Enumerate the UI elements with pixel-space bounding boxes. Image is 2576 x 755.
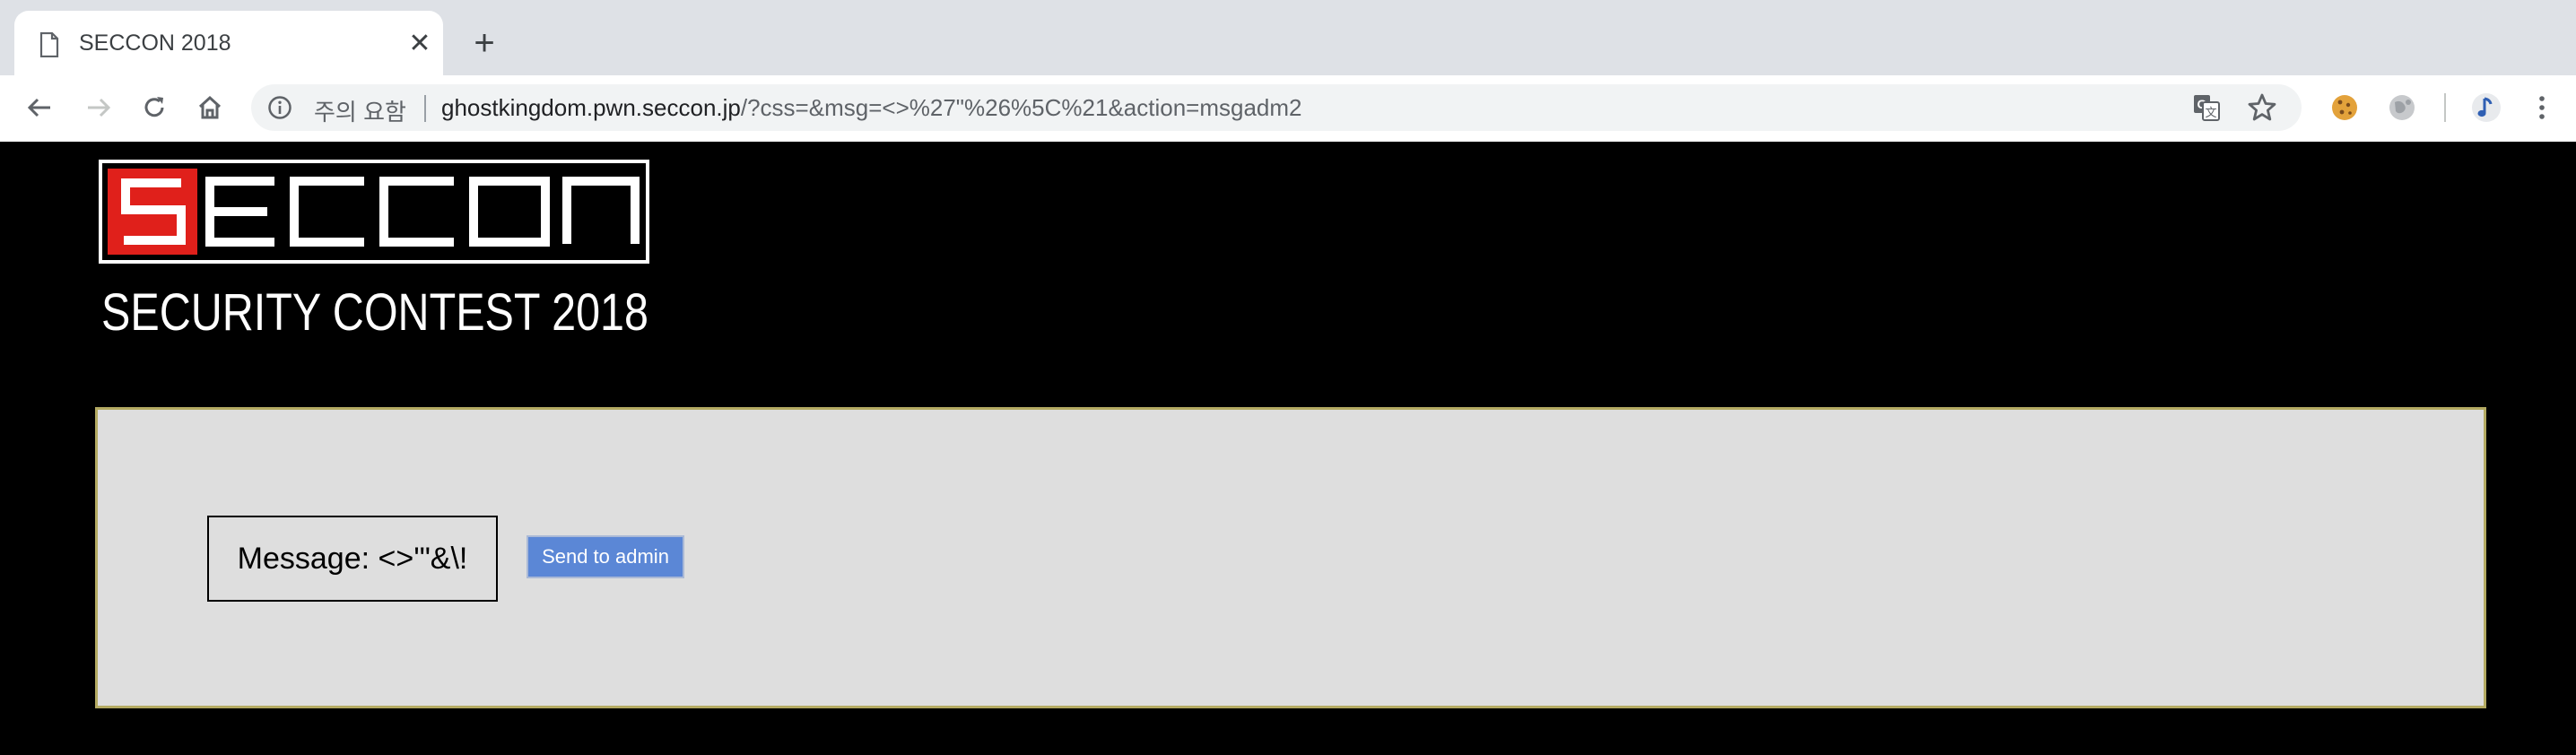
translate-icon[interactable]: G 文 <box>2192 93 2221 122</box>
page-icon <box>39 32 59 57</box>
bookmark-star-icon[interactable] <box>2246 91 2278 124</box>
cookie-extension-icon[interactable] <box>2328 91 2361 124</box>
profile-avatar-icon[interactable] <box>2470 91 2502 124</box>
svg-text:文: 文 <box>2205 107 2216 120</box>
seccon-logo: SECURITY CONTEST 2018 <box>99 160 649 339</box>
more-menu-icon[interactable] <box>2526 91 2558 124</box>
url-path: /?css=&msg=<>%27"%26%5C%21&action=msgadm… <box>740 94 1302 121</box>
security-status-label[interactable]: 주의 요함 <box>314 94 406 127</box>
svg-text:SECURITY CONTEST 2018: SECURITY CONTEST 2018 <box>101 283 648 339</box>
close-tab-icon[interactable]: ✕ <box>404 27 436 59</box>
reload-icon[interactable] <box>136 90 172 126</box>
send-to-admin-button[interactable]: Send to admin <box>527 535 684 578</box>
back-icon[interactable] <box>22 90 57 126</box>
tab-title: SECCON 2018 <box>79 30 231 56</box>
tab-strip: SECCON 2018 ✕ + <box>0 0 2576 75</box>
omnibox-divider <box>424 95 426 122</box>
info-icon[interactable] <box>267 95 292 120</box>
toolbar-divider <box>2444 93 2446 122</box>
url-host: ghostkingdom.pwn.seccon.jp <box>441 94 741 121</box>
globe-extension-icon[interactable] <box>2386 91 2418 124</box>
page-content: SECURITY CONTEST 2018 Message: <>'"&\! S… <box>0 142 2576 755</box>
url-text[interactable]: ghostkingdom.pwn.seccon.jp/?css=&msg=<>%… <box>441 94 1302 122</box>
address-bar[interactable]: 주의 요함 ghostkingdom.pwn.seccon.jp/?css=&m… <box>251 84 2302 131</box>
home-icon[interactable] <box>192 90 228 126</box>
new-tab-icon[interactable]: + <box>466 25 502 61</box>
forward-icon[interactable] <box>81 90 117 126</box>
browser-toolbar: 주의 요함 ghostkingdom.pwn.seccon.jp/?css=&m… <box>0 75 2576 143</box>
message-panel: Message: <>'"&\! Send to admin <box>95 407 2486 708</box>
tab-seccon-2018[interactable]: SECCON 2018 ✕ <box>14 11 443 75</box>
message-display: Message: <>'"&\! <box>207 516 498 602</box>
